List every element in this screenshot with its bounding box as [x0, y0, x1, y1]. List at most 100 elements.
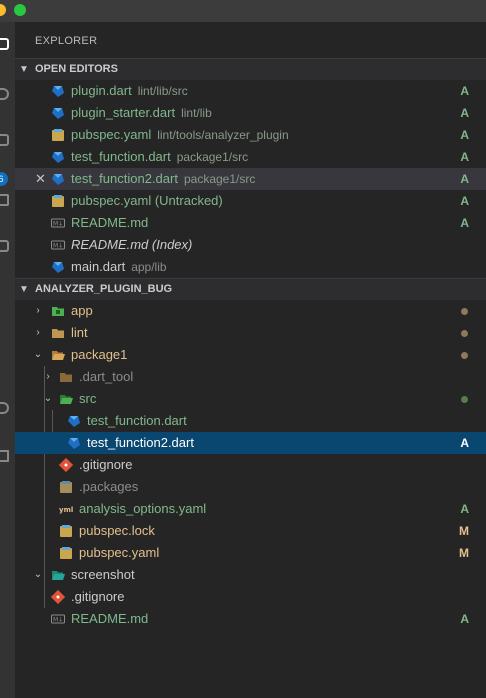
svg-text:M↓: M↓ — [53, 221, 63, 228]
tree-item-name: app — [71, 303, 93, 318]
tree-file-readme[interactable]: M↓ README.md A — [15, 608, 486, 630]
tree-folder-lint[interactable]: › lint — [15, 322, 486, 344]
open-editor-path: package1/src — [183, 172, 256, 186]
open-editor-name: README.md — [71, 215, 149, 230]
modified-dot-icon — [461, 330, 468, 337]
window-titlebar — [0, 0, 486, 22]
svg-text:yml: yml — [59, 506, 73, 514]
tree-folder-screenshot[interactable]: ⌄ screenshot — [15, 564, 486, 586]
zoom-window-button[interactable] — [14, 4, 26, 16]
open-editor-name: plugin.dart — [71, 83, 132, 98]
yaml-icon — [52, 129, 64, 141]
open-editor-item[interactable]: test_function.dart package1/src A — [15, 146, 486, 168]
open-editors-section-header[interactable]: ▼ OPEN EDITORS — [15, 58, 486, 80]
tree-item-name: lint — [71, 325, 88, 340]
run-debug-icon[interactable] — [0, 194, 9, 206]
tree-folder-src[interactable]: ⌄ src — [15, 388, 486, 410]
dart-icon — [52, 108, 64, 119]
dart-icon — [52, 262, 64, 273]
tree-folder-package1[interactable]: ⌄ package1 — [15, 344, 486, 366]
chevron-right-icon: › — [46, 371, 50, 382]
tree-file-gitignore[interactable]: .gitignore — [15, 586, 486, 608]
remote-icon[interactable] — [0, 402, 9, 414]
tree-file-gitignore[interactable]: .gitignore — [15, 454, 486, 476]
open-editor-name: pubspec.yaml — [71, 127, 152, 142]
tree-item-name: README.md — [71, 611, 149, 626]
tree-folder-dart-tool[interactable]: › .dart_tool — [15, 366, 486, 388]
explorer-sidebar: EXPLORER ▼ OPEN EDITORS plugin.dart lint/… — [15, 22, 486, 698]
dart-icon — [52, 152, 64, 163]
tree-item-name: .dart_tool — [79, 369, 134, 384]
chevron-right-icon: › — [36, 327, 40, 338]
explorer-icon[interactable] — [0, 38, 9, 50]
git-status-badge: A — [460, 216, 469, 230]
git-status-badge: M — [459, 524, 469, 538]
extensions-icon[interactable] — [0, 240, 9, 252]
git-status-badge: M — [459, 546, 469, 560]
tree-file-test-function2-selected[interactable]: test_function2.dart A — [15, 432, 486, 454]
testing-icon[interactable] — [0, 450, 9, 462]
open-editor-item[interactable]: pubspec.yaml (Untracked) A — [15, 190, 486, 212]
svg-text:M↓: M↓ — [53, 243, 63, 250]
tree-item-name: test_function2.dart — [87, 435, 194, 450]
open-editor-name: test_function.dart — [71, 149, 171, 164]
open-editor-item[interactable]: plugin.dart lint/lib/src A — [15, 80, 486, 102]
open-editor-item[interactable]: M↓ README.md A — [15, 212, 486, 234]
workspace-label: ANALYZER_PLUGIN_BUG — [35, 283, 173, 295]
open-editor-path: package1/src — [176, 150, 249, 164]
tree-item-name: src — [79, 391, 97, 406]
git-status-badge: A — [460, 194, 469, 208]
git-icon — [51, 590, 65, 604]
tree-file-pubspec-lock[interactable]: pubspec.lock M — [15, 520, 486, 542]
tree-file-packages[interactable]: .packages — [15, 476, 486, 498]
open-editor-name: pubspec.yaml (Untracked) — [71, 193, 223, 208]
chevron-down-icon: ▼ — [19, 284, 29, 295]
chevron-down-icon: ▼ — [19, 64, 29, 75]
tree-file-test-function[interactable]: test_function.dart — [15, 410, 486, 432]
tree-item-name: pubspec.yaml — [79, 545, 160, 560]
minimize-window-button[interactable] — [0, 4, 6, 16]
git-status-badge: A — [460, 436, 469, 450]
git-status-badge: A — [460, 172, 469, 186]
tree-file-analysis-options[interactable]: yml analysis_options.yaml A — [15, 498, 486, 520]
open-editor-path: app/lib — [131, 260, 167, 274]
modified-dot-icon — [461, 308, 468, 315]
dart-icon — [68, 438, 80, 449]
open-editor-item[interactable]: main.dart app/lib — [15, 256, 486, 278]
chevron-down-icon: ⌄ — [33, 349, 43, 360]
search-icon[interactable] — [0, 88, 9, 100]
workspace-section-header[interactable]: ▼ ANALYZER_PLUGIN_BUG — [15, 278, 486, 300]
tree-item-name: analysis_options.yaml — [79, 501, 207, 516]
folder-app-icon — [52, 307, 64, 316]
tree-folder-app[interactable]: › app — [15, 300, 486, 322]
tree-item-name: screenshot — [71, 567, 135, 582]
pubspec-icon — [60, 547, 72, 559]
yaml-icon: yml — [59, 506, 73, 514]
open-editor-path: lint/tools/analyzer_plugin — [157, 128, 289, 142]
tree-file-pubspec-yaml[interactable]: pubspec.yaml M — [15, 542, 486, 564]
open-editor-item[interactable]: M↓ README.md (Index) — [15, 234, 486, 256]
open-editor-item-active[interactable]: ✕ test_function2.dart package1/src A — [15, 168, 486, 190]
chevron-down-icon: ⌄ — [33, 569, 43, 580]
dart-icon — [52, 86, 64, 97]
git-status-badge: A — [460, 84, 469, 98]
open-editor-item[interactable]: plugin_starter.dart lint/lib A — [15, 102, 486, 124]
close-icon[interactable]: ✕ — [35, 168, 46, 190]
dart-icon — [52, 174, 64, 185]
git-status-badge: A — [460, 612, 469, 626]
git-status-badge: A — [460, 150, 469, 164]
git-status-badge: A — [460, 128, 469, 142]
git-icon — [59, 458, 73, 472]
open-editor-item[interactable]: pubspec.yaml lint/tools/analyzer_plugin A — [15, 124, 486, 146]
open-editor-name: test_function2.dart — [71, 171, 178, 186]
folder-icon — [52, 329, 64, 338]
source-control-icon[interactable] — [0, 134, 9, 146]
package-file-icon — [60, 481, 72, 493]
svg-text:M↓: M↓ — [53, 617, 63, 624]
folder-src-icon — [60, 395, 73, 404]
git-status-badge: A — [460, 502, 469, 516]
open-editor-path: lint/lib — [181, 106, 212, 120]
explorer-title: EXPLORER — [35, 35, 98, 47]
tree-item-name: package1 — [71, 347, 128, 362]
open-editor-name: plugin_starter.dart — [71, 105, 176, 120]
